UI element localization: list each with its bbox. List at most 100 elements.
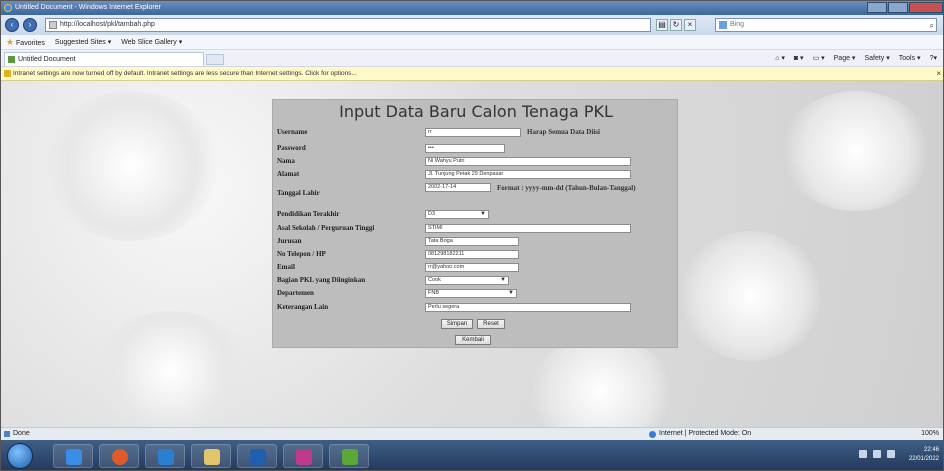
chrome-icon	[342, 449, 358, 465]
browser-icon	[112, 449, 128, 465]
bing-icon	[719, 21, 727, 29]
address-input[interactable]: http://localhost/pkl/tambah.php	[45, 18, 651, 32]
minimize-button[interactable]	[867, 2, 887, 13]
help-icon[interactable]: ?▾	[930, 52, 937, 65]
window-title: Untitled Document - Windows Internet Exp…	[15, 4, 161, 11]
page-icon	[4, 431, 10, 437]
telepon-label: No Telepon / HP	[277, 250, 326, 258]
departemen-value: FNB	[428, 290, 439, 296]
tab-bar: Untitled Document ⌂ ▾ ◙ ▾ ▭ ▾ Page ▾ Saf…	[1, 50, 943, 67]
star-icon: ★	[6, 37, 15, 47]
tanggal-lahir-label: Tanggal Lahir	[277, 189, 320, 197]
feeds-icon[interactable]: ◙ ▾	[794, 52, 804, 65]
editor-icon	[296, 449, 312, 465]
window-controls	[867, 2, 943, 13]
back-button[interactable]: ‹	[5, 18, 19, 32]
nama-input[interactable]: Ni Wahyu Putri	[425, 157, 631, 166]
favorites-button[interactable]: ★ Favorites	[6, 35, 45, 49]
security-zone[interactable]: Internet | Protected Mode: On	[649, 428, 751, 440]
registration-form: Input Data Baru Calon Tenaga PKL Usernam…	[272, 99, 678, 348]
departemen-select[interactable]: FNB ▼	[425, 289, 517, 298]
page-menu[interactable]: Page ▾	[834, 52, 856, 65]
jurusan-input[interactable]: Tata Boga	[425, 237, 519, 246]
home-icon[interactable]: ⌂ ▾	[775, 52, 785, 65]
information-bar[interactable]: Intranet settings are now turned off by …	[1, 67, 943, 81]
media-icon	[158, 449, 174, 465]
clock[interactable]: 22:46 22/01/2022	[909, 446, 939, 464]
taskbar-app[interactable]	[237, 444, 277, 468]
title-bar: Untitled Document - Windows Internet Exp…	[1, 1, 943, 15]
new-tab-button[interactable]	[206, 54, 224, 65]
pendidikan-label: Pendidikan Terakhir	[277, 210, 340, 218]
taskbar-app[interactable]	[191, 444, 231, 468]
status-bar: Done Internet | Protected Mode: On 100%	[1, 427, 943, 440]
background-rose-image	[521, 341, 681, 427]
required-note: Harap Semua Data Diisi	[527, 128, 600, 136]
browser-window: Untitled Document - Windows Internet Exp…	[0, 0, 944, 471]
bagian-pkl-value: Cook	[428, 277, 441, 283]
reset-button[interactable]: Reset	[477, 319, 505, 329]
flag-icon[interactable]	[873, 450, 881, 458]
keterangan-label: Keterangan Lain	[277, 303, 329, 311]
chevron-down-icon: ▼	[500, 277, 506, 283]
form-title: Input Data Baru Calon Tenaga PKL	[339, 102, 613, 121]
close-icon[interactable]: ×	[936, 67, 941, 81]
windows-taskbar: 22:46 22/01/2022	[1, 440, 943, 470]
password-label: Password	[277, 144, 306, 152]
compatibility-icon[interactable]: ▤	[656, 19, 668, 31]
taskbar-app[interactable]	[99, 444, 139, 468]
date-format-note: Format : yyyy-mm-dd (Tahun-Bulan-Tanggal…	[497, 184, 636, 192]
stop-icon[interactable]: ×	[684, 19, 696, 31]
username-input[interactable]: rr	[425, 128, 521, 137]
telepon-input[interactable]: 081298182211	[425, 250, 519, 259]
address-toolbar: ‹ › http://localhost/pkl/tambah.php ▤ ↻ …	[1, 15, 943, 35]
alamat-label: Alamat	[277, 170, 300, 178]
favorites-bar: ★ Favorites Suggested Sites ▾ Web Slice …	[1, 35, 943, 50]
keterangan-input[interactable]: Perlu segera	[425, 303, 631, 312]
nama-label: Nama	[277, 157, 295, 165]
taskbar-app[interactable]	[145, 444, 185, 468]
volume-icon[interactable]	[887, 450, 895, 458]
info-bar-text: Intranet settings are now turned off by …	[13, 70, 357, 77]
taskbar-app[interactable]	[329, 444, 369, 468]
ie-logo-icon	[4, 4, 12, 12]
print-icon[interactable]: ▭ ▾	[813, 52, 825, 65]
clock-time: 22:46	[923, 447, 939, 453]
close-button[interactable]	[909, 2, 943, 13]
start-button[interactable]	[7, 443, 33, 469]
zone-text: Internet | Protected Mode: On	[659, 430, 752, 437]
bagian-pkl-label: Bagian PKL yang Diinginkan	[277, 276, 366, 284]
maximize-button[interactable]	[888, 2, 908, 13]
warning-icon	[4, 70, 11, 77]
tab-untitled-document[interactable]: Untitled Document	[4, 52, 204, 66]
page-content: Input Data Baru Calon Tenaga PKL Usernam…	[1, 81, 943, 427]
pendidikan-select[interactable]: D3 ▼	[425, 210, 489, 219]
chevron-down-icon: ▼	[508, 290, 514, 296]
forward-button[interactable]: ›	[23, 18, 37, 32]
username-label: Username	[277, 128, 308, 136]
tools-menu[interactable]: Tools ▾	[899, 52, 921, 65]
clock-date: 22/01/2022	[908, 456, 939, 462]
taskbar-ie[interactable]	[53, 444, 93, 468]
refresh-icon[interactable]: ↻	[670, 19, 682, 31]
tanggal-lahir-input[interactable]: 2002-17-14	[425, 183, 491, 192]
safety-menu[interactable]: Safety ▾	[864, 52, 889, 65]
asal-sekolah-input[interactable]: STIMI	[425, 224, 631, 233]
alamat-input[interactable]: Jl. Tunjung Petak 29 Denpasar	[425, 170, 631, 179]
taskbar-app[interactable]	[283, 444, 323, 468]
search-placeholder: Bing	[730, 21, 745, 28]
email-input[interactable]: rr@yahoo.com	[425, 263, 519, 272]
fav-link-webslice[interactable]: Web Slice Gallery ▾	[121, 35, 182, 49]
password-input[interactable]: •••	[425, 144, 505, 153]
asal-sekolah-label: Asal Sekolah / Perguruan Tinggi	[277, 224, 375, 232]
kembali-button[interactable]: Kembali	[455, 335, 491, 345]
bagian-pkl-select[interactable]: Cook ▼	[425, 276, 509, 285]
simpan-button[interactable]: Simpan	[441, 319, 473, 329]
status-text: Done	[13, 430, 30, 437]
network-icon[interactable]	[859, 450, 867, 458]
search-icon[interactable]: ⌕	[930, 20, 934, 32]
search-input[interactable]: Bing ⌕	[715, 18, 937, 32]
fav-link-suggested[interactable]: Suggested Sites ▾	[55, 35, 111, 49]
zoom-level[interactable]: 100%	[921, 428, 939, 440]
background-rose-image	[781, 91, 931, 211]
